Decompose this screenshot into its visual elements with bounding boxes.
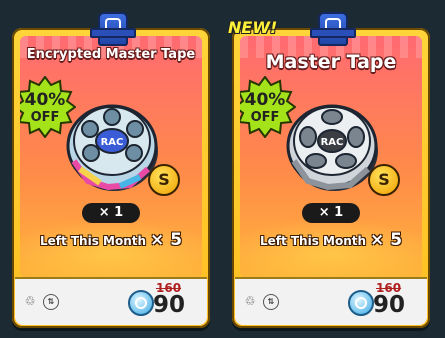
left-this-month-label: Left This Month [259,234,367,248]
reel-label: RAC [321,137,344,148]
recycle-icon: ♲ [244,294,256,308]
quantity-pill: × 1 [82,203,140,223]
item-title: Encrypted Master Tape [26,47,196,62]
discount-off-label: OFF [250,110,280,125]
gem-currency-icon [348,290,374,316]
shop-card-encrypted-master-tape[interactable]: Encrypted Master Tape 40% OFF RAC S × 1 [12,12,210,328]
left-this-month: Left This Month × 5 [20,230,202,250]
left-this-month: Left This Month × 5 [240,230,422,250]
item-title: Master Tape [265,51,397,73]
card-art-area: Encrypted Master Tape 40% OFF RAC S × 1 [20,36,202,278]
new-tag: NEW! [228,18,278,37]
card-art-area: Master Tape 40% OFF RAC S × 1 Left This … [240,36,422,278]
discount-badge: 40% OFF [240,75,297,139]
trade-icon: ⇅ [263,294,279,310]
binder-clip-icon [310,12,356,46]
recycle-icon: ♲ [24,294,36,308]
discount-percent: 40% [24,90,66,110]
sale-price: 90 [373,292,406,318]
trade-icon: ⇅ [43,294,59,310]
left-this-month-label: Left This Month [39,234,147,248]
shop-card-master-tape[interactable]: Master Tape 40% OFF RAC S × 1 Left This … [232,12,430,328]
coin-currency-icon: S [148,164,180,196]
coin-currency-icon: S [368,164,400,196]
discount-badge: 40% OFF [20,75,77,139]
price-footer[interactable]: ♲ ⇅ 160 90 [235,277,427,325]
left-this-month-count: × 5 [150,230,183,250]
gem-currency-icon [128,290,154,316]
discount-off-label: OFF [30,110,60,125]
price-footer[interactable]: ♲ ⇅ 160 90 [15,277,207,325]
sale-price: 90 [153,292,186,318]
binder-clip-icon [90,12,136,46]
quantity-pill: × 1 [302,203,360,223]
left-this-month-count: × 5 [370,230,403,250]
discount-percent: 40% [244,90,286,110]
reel-label: RAC [101,137,124,148]
